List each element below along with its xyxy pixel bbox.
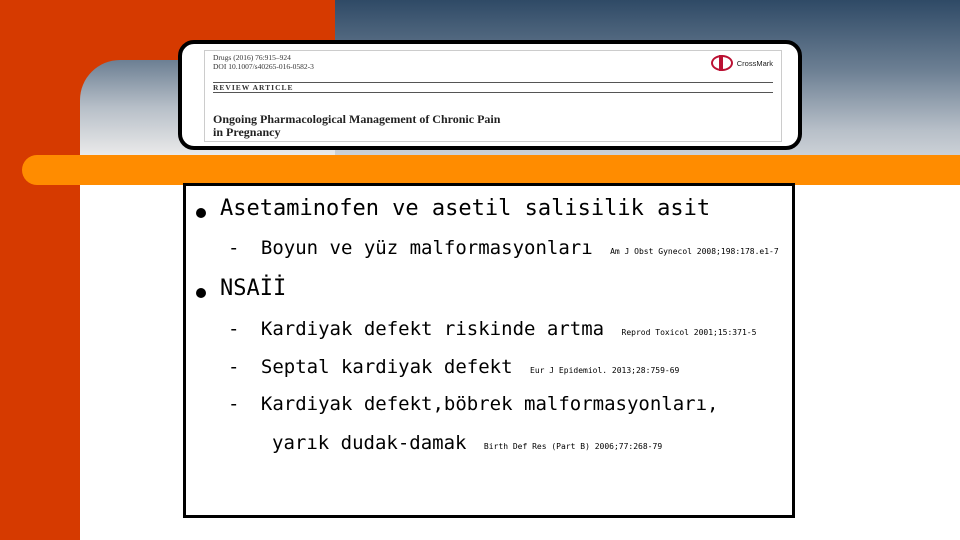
orange-bar	[22, 155, 960, 185]
sub-bullet: - Boyun ve yüz malformasyonları Am J Obs…	[228, 237, 779, 259]
article-type: REVIEW ARTICLE	[213, 83, 294, 92]
crossmark-icon	[710, 55, 733, 71]
dash: -	[228, 237, 240, 259]
article-header-image: Drugs (2016) 76:915–924 DOI 10.1007/s402…	[204, 50, 782, 142]
divider	[213, 92, 773, 93]
article-banner: Drugs (2016) 76:915–924 DOI 10.1007/s402…	[178, 40, 802, 150]
sub-bullet-text: yarık dudak-damak	[272, 432, 467, 454]
left-red-strip	[0, 185, 80, 540]
journal-line: Drugs (2016) 76:915–924	[213, 53, 291, 62]
article-title: Ongoing Pharmacological Management of Ch…	[213, 113, 500, 139]
dash: -	[228, 318, 240, 340]
dash: -	[228, 356, 240, 378]
sub-bullet-continuation: yarık dudak-damak Birth Def Res (Part B)…	[272, 432, 662, 454]
reference: Eur J Epidemiol. 2013;28:759-69	[530, 366, 680, 375]
reference: Birth Def Res (Part B) 2006;77:268-79	[483, 442, 663, 451]
reference: Am J Obst Gynecol 2008;198:178.e1-7	[610, 247, 779, 256]
divider	[213, 82, 773, 83]
bullet-dot	[196, 208, 206, 218]
sub-bullet-text: Septal kardiyak defekt	[260, 356, 513, 378]
bullet-dot	[196, 288, 206, 298]
crossmark-badge: CrossMark	[710, 55, 773, 71]
sub-bullet-text: Boyun ve yüz malformasyonları	[260, 237, 593, 259]
title-line: in Pregnancy	[213, 125, 281, 139]
sub-bullet: - Kardiyak defekt riskinde artma Reprod …	[228, 318, 756, 340]
crossmark-label: CrossMark	[736, 58, 773, 68]
dash: -	[228, 393, 240, 415]
sub-bullet: - Kardiyak defekt,böbrek malformasyonlar…	[228, 393, 718, 415]
bullet-text: NSAİİ	[220, 276, 287, 301]
sub-bullet: - Septal kardiyak defekt Eur J Epidemiol…	[228, 356, 679, 378]
bullet-text: Asetaminofen ve asetil salisilik asit	[220, 196, 711, 221]
sub-bullet-text: Kardiyak defekt,böbrek malformasyonları,	[260, 393, 719, 415]
journal-meta: Drugs (2016) 76:915–924 DOI 10.1007/s402…	[213, 53, 314, 71]
sub-bullet-text: Kardiyak defekt riskinde artma	[260, 318, 605, 340]
doi-line: DOI 10.1007/s40265-016-0582-3	[213, 62, 314, 71]
reference: Reprod Toxicol 2001;15:371-5	[621, 328, 757, 337]
content-box	[183, 183, 795, 518]
